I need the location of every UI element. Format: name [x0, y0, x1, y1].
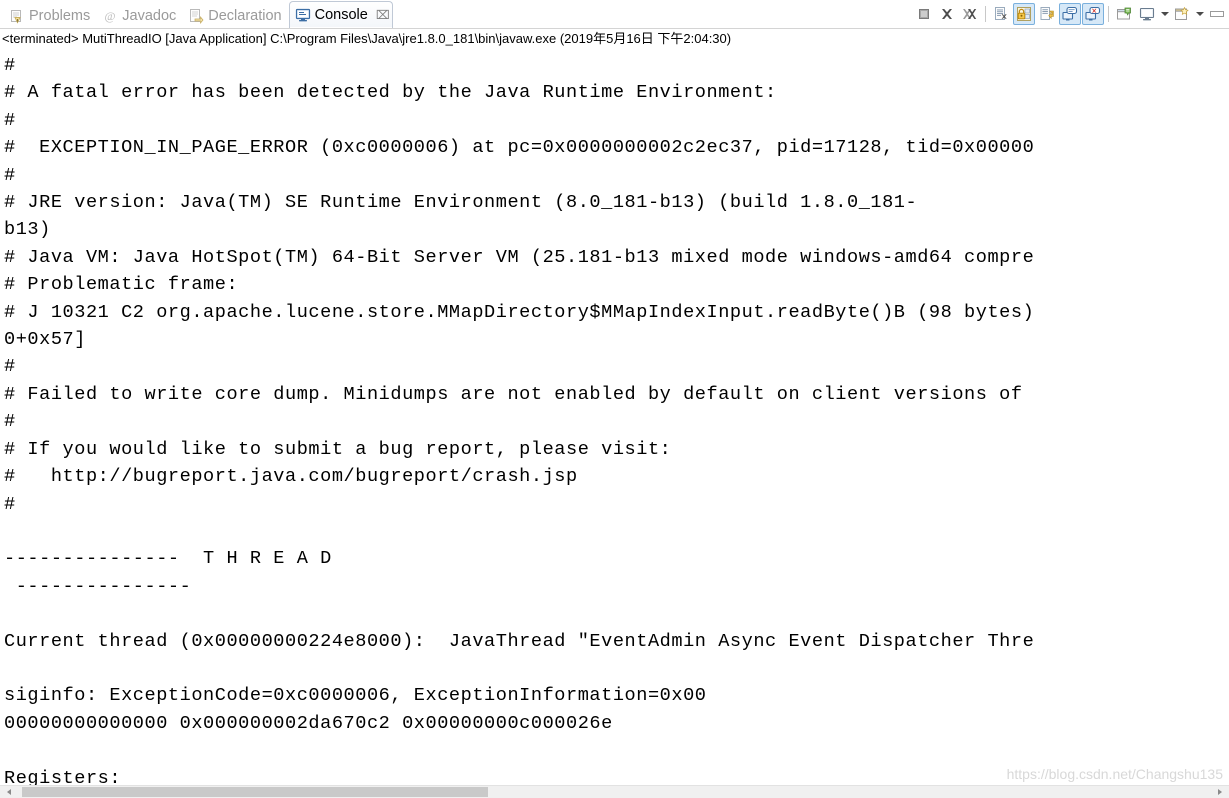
console-toolbar [913, 2, 1227, 26]
launch-status-line: <terminated> MutiThreadIO [Java Applicat… [0, 29, 1229, 49]
declaration-icon [188, 8, 204, 24]
problems-icon [9, 8, 25, 24]
pin-console-button[interactable] [1113, 3, 1135, 25]
tab-console[interactable]: Console ⌧ [288, 1, 393, 28]
scroll-left-arrow-icon[interactable] [3, 786, 15, 798]
display-selected-console-dropdown[interactable] [1159, 3, 1170, 25]
view-tab-bar: Problems @ Javadoc Declaration Console ⌧ [0, 0, 1229, 29]
terminate-button[interactable] [913, 3, 935, 25]
close-icon[interactable]: ⌧ [376, 8, 390, 22]
javadoc-icon: @ [102, 8, 118, 24]
tab-list: Problems @ Javadoc Declaration Console ⌧ [0, 0, 393, 28]
tab-declaration[interactable]: Declaration [183, 4, 288, 28]
tab-label: Declaration [208, 7, 282, 24]
word-wrap-button[interactable] [1036, 3, 1058, 25]
show-console-on-output-button[interactable] [1059, 3, 1081, 25]
toolbar-separator [985, 6, 986, 22]
horizontal-scrollbar-thumb[interactable] [22, 787, 488, 797]
svg-text:@: @ [105, 9, 116, 23]
open-console-button[interactable] [1171, 3, 1193, 25]
display-selected-console-button[interactable] [1136, 3, 1158, 25]
tab-javadoc[interactable]: @ Javadoc [97, 4, 183, 28]
console-text: # # A fatal error has been detected by t… [4, 55, 1035, 786]
view-menu-button[interactable] [1194, 3, 1205, 25]
clear-console-button[interactable] [990, 3, 1012, 25]
tab-label: Javadoc [122, 7, 177, 24]
remove-all-terminated-button[interactable] [959, 3, 981, 25]
horizontal-scrollbar[interactable] [0, 785, 1229, 798]
remove-launch-button[interactable] [936, 3, 958, 25]
toolbar-separator [1108, 6, 1109, 22]
minimize-button[interactable] [1210, 11, 1224, 17]
scroll-lock-button[interactable] [1013, 3, 1035, 25]
scroll-right-arrow-icon[interactable] [1214, 786, 1226, 798]
console-output-area[interactable]: # # A fatal error has been detected by t… [0, 50, 1229, 786]
show-console-on-error-button[interactable] [1082, 3, 1104, 25]
tab-label: Problems [29, 7, 91, 24]
console-icon [295, 7, 311, 23]
tab-problems[interactable]: Problems [4, 4, 97, 28]
tab-label: Console [314, 6, 368, 23]
